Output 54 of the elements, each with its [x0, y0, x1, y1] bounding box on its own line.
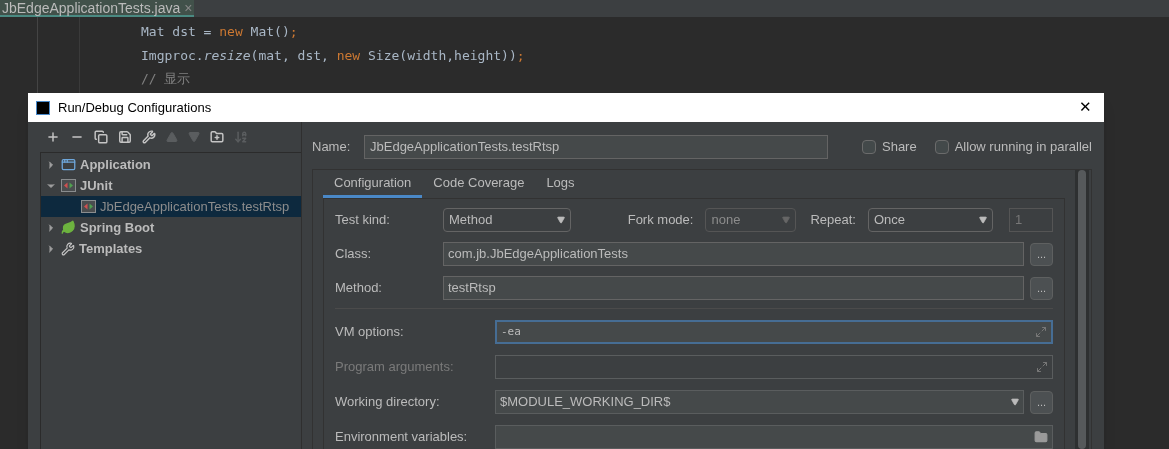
- field-label: Method:: [335, 279, 383, 298]
- editor-tab[interactable]: JbEdgeApplicationTests.java ×: [0, 0, 195, 17]
- code-line: Imgproc.resize(mat, dst, new Size(width,height));: [141, 46, 525, 65]
- field-label: Fork mode:: [627, 211, 694, 230]
- field-label: Environment variables:: [335, 428, 469, 447]
- test-icon: [81, 200, 96, 213]
- folder-icon[interactable]: [1034, 430, 1048, 444]
- name-label: Name:: [312, 138, 352, 157]
- leaf-icon: [61, 220, 76, 235]
- browse-button[interactable]: ...: [1030, 276, 1053, 300]
- field-label: VM options:: [335, 323, 405, 342]
- config-tab[interactable]: Code Coverage: [422, 170, 536, 198]
- code-line: // 显示: [141, 70, 191, 88]
- browse-button[interactable]: ...: [1030, 242, 1053, 266]
- text-field[interactable]: -ea: [495, 320, 1053, 344]
- option-checkbox[interactable]: Share: [862, 137, 917, 157]
- tree-item[interactable]: JUnit: [41, 175, 301, 196]
- text-field[interactable]: testRtsp: [443, 276, 1024, 300]
- test-kind-dropdown[interactable]: Method: [443, 208, 571, 232]
- close-button[interactable]: ✕: [1075, 96, 1096, 119]
- copy-icon[interactable]: [94, 130, 108, 144]
- dropdown-arrow-icon[interactable]: [1011, 398, 1019, 406]
- save-icon[interactable]: [118, 130, 132, 144]
- text-field[interactable]: com.jb.JbEdgeApplicationTests: [443, 242, 1024, 266]
- text-field[interactable]: $MODULE_WORKING_DIR$: [495, 390, 1024, 414]
- tree-item[interactable]: JbEdgeApplicationTests.testRtsp: [41, 196, 301, 217]
- text-field[interactable]: [495, 425, 1053, 449]
- dropdown-arrow-icon: [782, 216, 791, 224]
- test-icon: [61, 179, 76, 192]
- option-checkbox[interactable]: Allow running in parallel: [934, 137, 1092, 157]
- field-label: Repeat:: [810, 211, 856, 230]
- name-field[interactable]: JbEdgeApplicationTests.testRtsp: [364, 135, 828, 159]
- wrench-icon: [61, 241, 75, 256]
- wrench-icon[interactable]: [142, 130, 156, 144]
- tree-item[interactable]: Application: [41, 154, 301, 175]
- repeat-dropdown[interactable]: Once: [868, 208, 993, 232]
- folder-plus-icon[interactable]: [210, 130, 224, 144]
- field-label: Class:: [335, 245, 373, 264]
- code-line: Mat dst = new Mat();: [141, 23, 298, 41]
- window-icon: [61, 157, 76, 172]
- browse-button[interactable]: ...: [1030, 390, 1053, 414]
- dropdown-arrow-icon: [979, 216, 987, 224]
- dropdown-arrow-icon: [557, 216, 565, 224]
- config-tab[interactable]: Logs: [535, 170, 586, 198]
- expand-icon[interactable]: [1035, 326, 1047, 338]
- add-icon[interactable]: [46, 130, 60, 144]
- field-label: Working directory:: [335, 393, 441, 412]
- app-logo-icon: [36, 100, 50, 115]
- field-label: Program arguments:: [335, 358, 455, 377]
- config-tab[interactable]: Configuration: [323, 170, 423, 198]
- tree-item[interactable]: Spring Boot: [41, 217, 301, 238]
- window-title: Run/Debug Configurations: [58, 98, 212, 117]
- tree-item[interactable]: Templates: [41, 238, 301, 259]
- field-label: Test kind:: [335, 211, 391, 230]
